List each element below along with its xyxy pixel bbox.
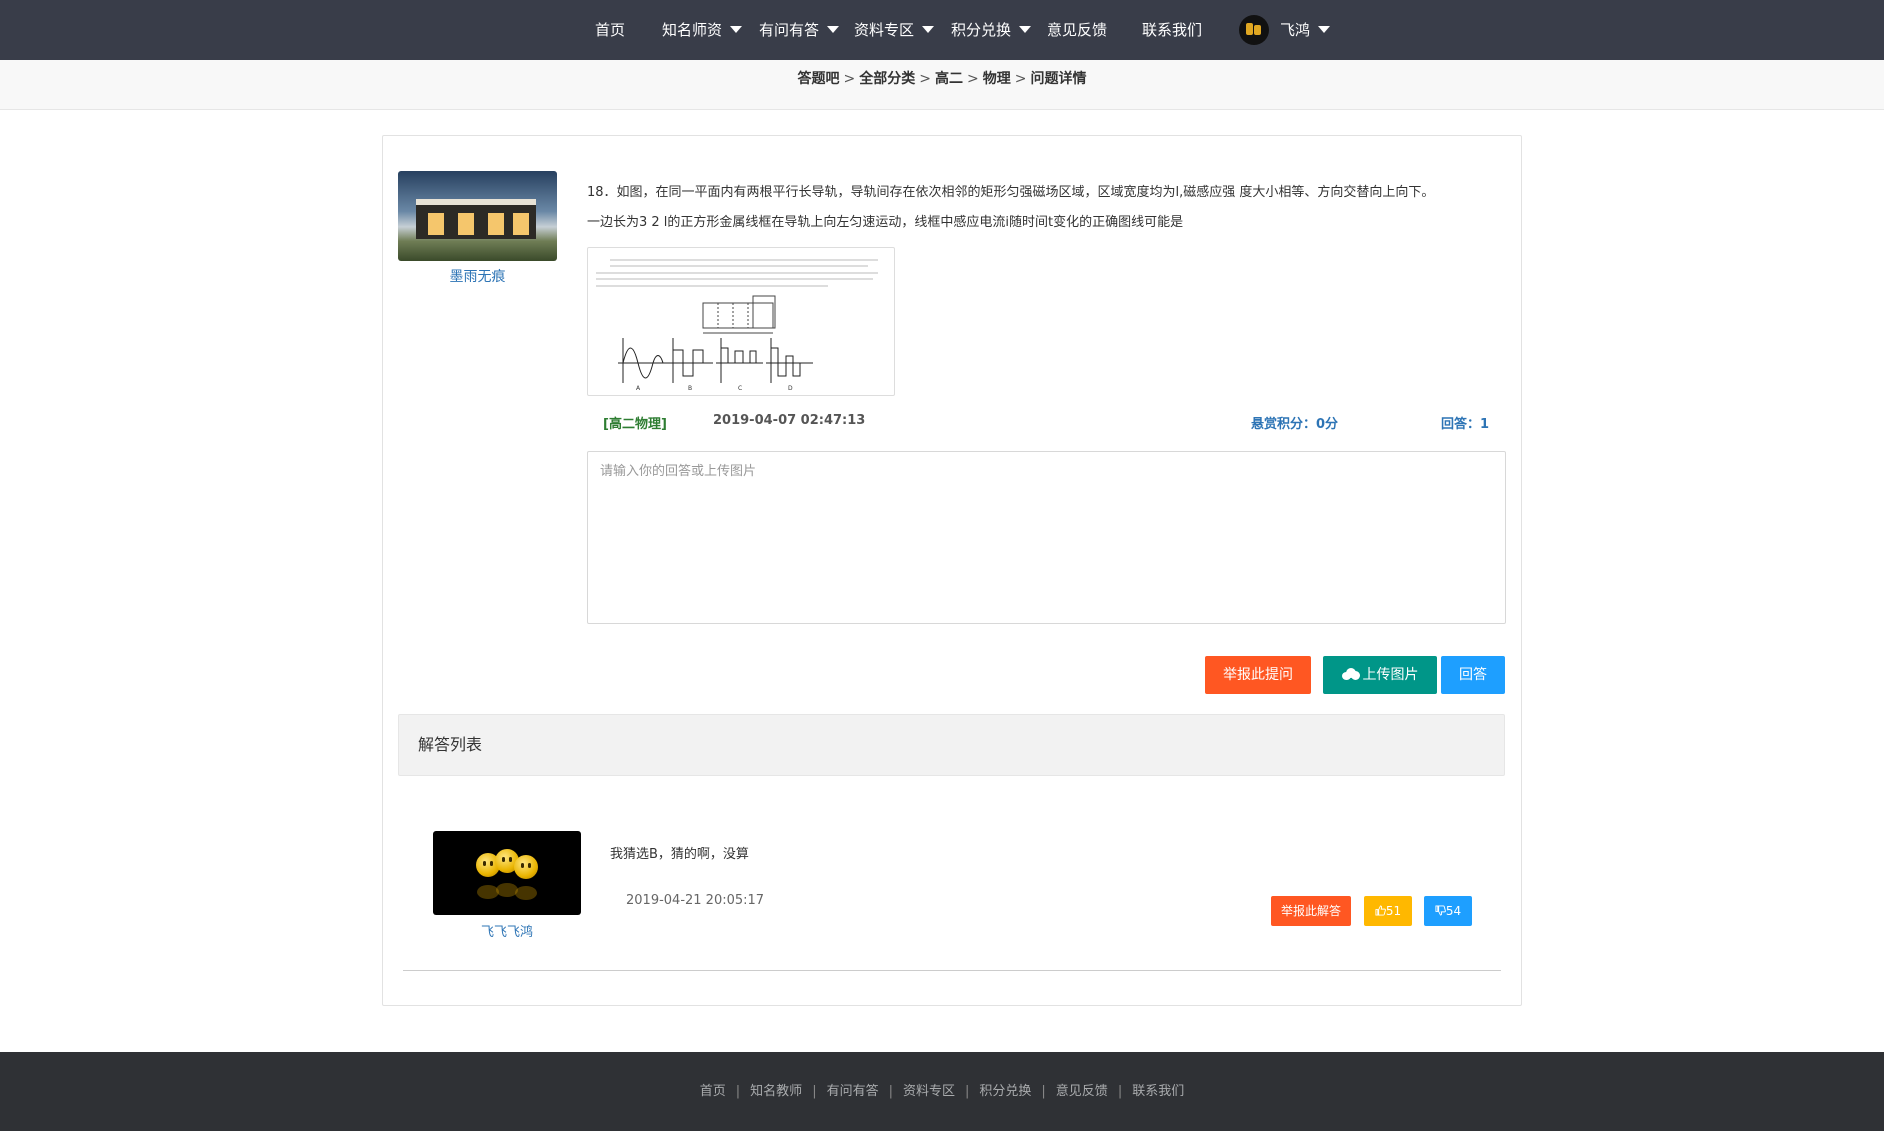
footer-link-qa[interactable]: 有问有答 bbox=[827, 1084, 879, 1099]
breadcrumb-item[interactable]: 全部分类 bbox=[859, 71, 915, 87]
footer-separator: | bbox=[888, 1084, 893, 1099]
nav-home-label: 首页 bbox=[595, 21, 626, 39]
answer-list-header: 解答列表 bbox=[398, 714, 1505, 776]
question-answer-count: 回答：1 bbox=[1441, 417, 1490, 432]
nav-qa-label: 有问有答 bbox=[759, 21, 820, 39]
nav-teachers-label: 知名师资 bbox=[662, 21, 723, 39]
answer-textarea[interactable] bbox=[587, 451, 1506, 624]
chevron-down-icon bbox=[1019, 25, 1032, 33]
answerer-name[interactable]: 飞飞飞鸿 bbox=[433, 921, 581, 940]
nav-contact-label: 联系我们 bbox=[1142, 21, 1203, 39]
dislike-count: 54 bbox=[1445, 904, 1462, 918]
nav-points-label: 积分兑换 bbox=[951, 21, 1012, 39]
nav-contact[interactable]: 联系我们 bbox=[1142, 0, 1202, 60]
answerer-avatar[interactable] bbox=[433, 831, 581, 915]
chevron-down-icon bbox=[827, 25, 840, 33]
breadcrumb-separator: > bbox=[967, 71, 979, 87]
question-diagram: A B C D bbox=[596, 259, 878, 392]
question-text-line: 一边长为3 2 l的正方形金属线框在导轨上向左匀速运动，线框中感应电流i随时间t… bbox=[587, 215, 1184, 230]
footer-link-home[interactable]: 首页 bbox=[700, 1084, 726, 1099]
svg-text:A: A bbox=[636, 385, 641, 392]
top-navigation: 首页 知名师资 有问有答 资料专区 积分兑换 意见反馈 联系我们 飞鸿 bbox=[0, 0, 1884, 60]
like-count: 51 bbox=[1385, 904, 1402, 918]
footer-separator: | bbox=[812, 1084, 817, 1099]
breadcrumb-separator: > bbox=[1014, 71, 1027, 87]
nav-feedback-label: 意见反馈 bbox=[1047, 21, 1108, 39]
thumbs-up-icon bbox=[1375, 905, 1386, 916]
nav-qa[interactable]: 有问有答 bbox=[759, 0, 840, 60]
footer-link-points[interactable]: 积分兑换 bbox=[979, 1084, 1031, 1099]
thumbs-down-icon bbox=[1435, 905, 1446, 916]
question-reward: 悬赏积分：0分 bbox=[1251, 417, 1339, 432]
submit-answer-label: 回答 bbox=[1459, 667, 1487, 683]
chevron-down-icon bbox=[730, 25, 743, 33]
question-text: 18．如图，在同一平面内有两根平行长导轨，导轨间存在依次相邻的矩形匀强磁场区域，… bbox=[587, 178, 1507, 238]
answer-divider bbox=[403, 970, 1501, 971]
question-text-line: 18．如图，在同一平面内有两根平行长导轨，导轨间存在依次相邻的矩形匀强磁场区域，… bbox=[587, 185, 1435, 200]
svg-text:D: D bbox=[788, 385, 793, 392]
footer-separator: | bbox=[1041, 1084, 1046, 1099]
nav-feedback[interactable]: 意见反馈 bbox=[1047, 0, 1107, 60]
user-avatar[interactable] bbox=[1239, 15, 1269, 45]
breadcrumb-item[interactable]: 物理 bbox=[983, 71, 1011, 87]
upload-image-button[interactable]: 上传图片 bbox=[1323, 656, 1437, 694]
question-panel: 墨雨无痕 18．如图，在同一平面内有两根平行长导轨，导轨间存在依次相邻的矩形匀强… bbox=[382, 135, 1522, 1006]
footer-link-materials[interactable]: 资料专区 bbox=[903, 1084, 955, 1099]
footer-separator: | bbox=[965, 1084, 970, 1099]
nav-materials[interactable]: 资料专区 bbox=[854, 0, 935, 60]
footer-link-contact[interactable]: 联系我们 bbox=[1132, 1084, 1184, 1099]
footer-separator: | bbox=[1117, 1084, 1123, 1099]
breadcrumb-separator: > bbox=[919, 71, 931, 87]
breadcrumb: 答题吧 > 全部分类 > 高二 > 物理 > 问题详情 bbox=[0, 60, 1884, 110]
question-category[interactable]: [高二物理] bbox=[603, 413, 667, 432]
report-question-label: 举报此提问 bbox=[1223, 667, 1293, 683]
answer-text: 我猜选B，猜的啊，没算 bbox=[610, 847, 749, 862]
cloud-upload-icon bbox=[1341, 667, 1360, 680]
asker-name[interactable]: 墨雨无痕 bbox=[398, 266, 557, 286]
nav-teachers[interactable]: 知名师资 bbox=[662, 0, 743, 60]
nav-home[interactable]: 首页 bbox=[595, 0, 625, 60]
upload-image-label: 上传图片 bbox=[1362, 667, 1419, 683]
report-answer-button[interactable]: 举报此解答 bbox=[1271, 896, 1351, 926]
submit-answer-button[interactable]: 回答 bbox=[1441, 656, 1505, 694]
nav-user-name: 飞鸿 bbox=[1280, 21, 1311, 39]
chevron-down-icon bbox=[1318, 25, 1331, 33]
footer-link-feedback[interactable]: 意见反馈 bbox=[1056, 1084, 1108, 1099]
question-image[interactable]: A B C D bbox=[587, 247, 895, 396]
nav-user-menu[interactable]: 飞鸿 bbox=[1280, 0, 1331, 60]
asker-avatar[interactable] bbox=[398, 171, 557, 261]
breadcrumb-separator: > bbox=[843, 71, 856, 87]
like-button[interactable]: 51 bbox=[1364, 896, 1412, 926]
question-time: 2019-04-07 02:47:13 bbox=[713, 413, 866, 428]
dislike-button[interactable]: 54 bbox=[1424, 896, 1472, 926]
report-answer-label: 举报此解答 bbox=[1280, 904, 1341, 918]
chevron-down-icon bbox=[922, 25, 935, 33]
breadcrumb-item[interactable]: 答题吧 bbox=[798, 71, 840, 87]
breadcrumb-item[interactable]: 高二 bbox=[935, 71, 963, 87]
answer-time: 2019-04-21 20:05:17 bbox=[626, 893, 765, 908]
report-question-button[interactable]: 举报此提问 bbox=[1205, 656, 1311, 694]
footer-link-teachers[interactable]: 知名教师 bbox=[750, 1084, 802, 1099]
svg-text:C: C bbox=[738, 385, 742, 392]
svg-text:B: B bbox=[688, 385, 692, 392]
footer-separator: | bbox=[735, 1084, 741, 1099]
nav-points[interactable]: 积分兑换 bbox=[951, 0, 1032, 60]
breadcrumb-current: 问题详情 bbox=[1030, 71, 1087, 87]
nav-materials-label: 资料专区 bbox=[854, 21, 915, 39]
footer: 首页 | 知名教师 | 有问有答 | 资料专区 | 积分兑换 | 意见反馈 | 联系我们 bbox=[0, 1052, 1884, 1131]
